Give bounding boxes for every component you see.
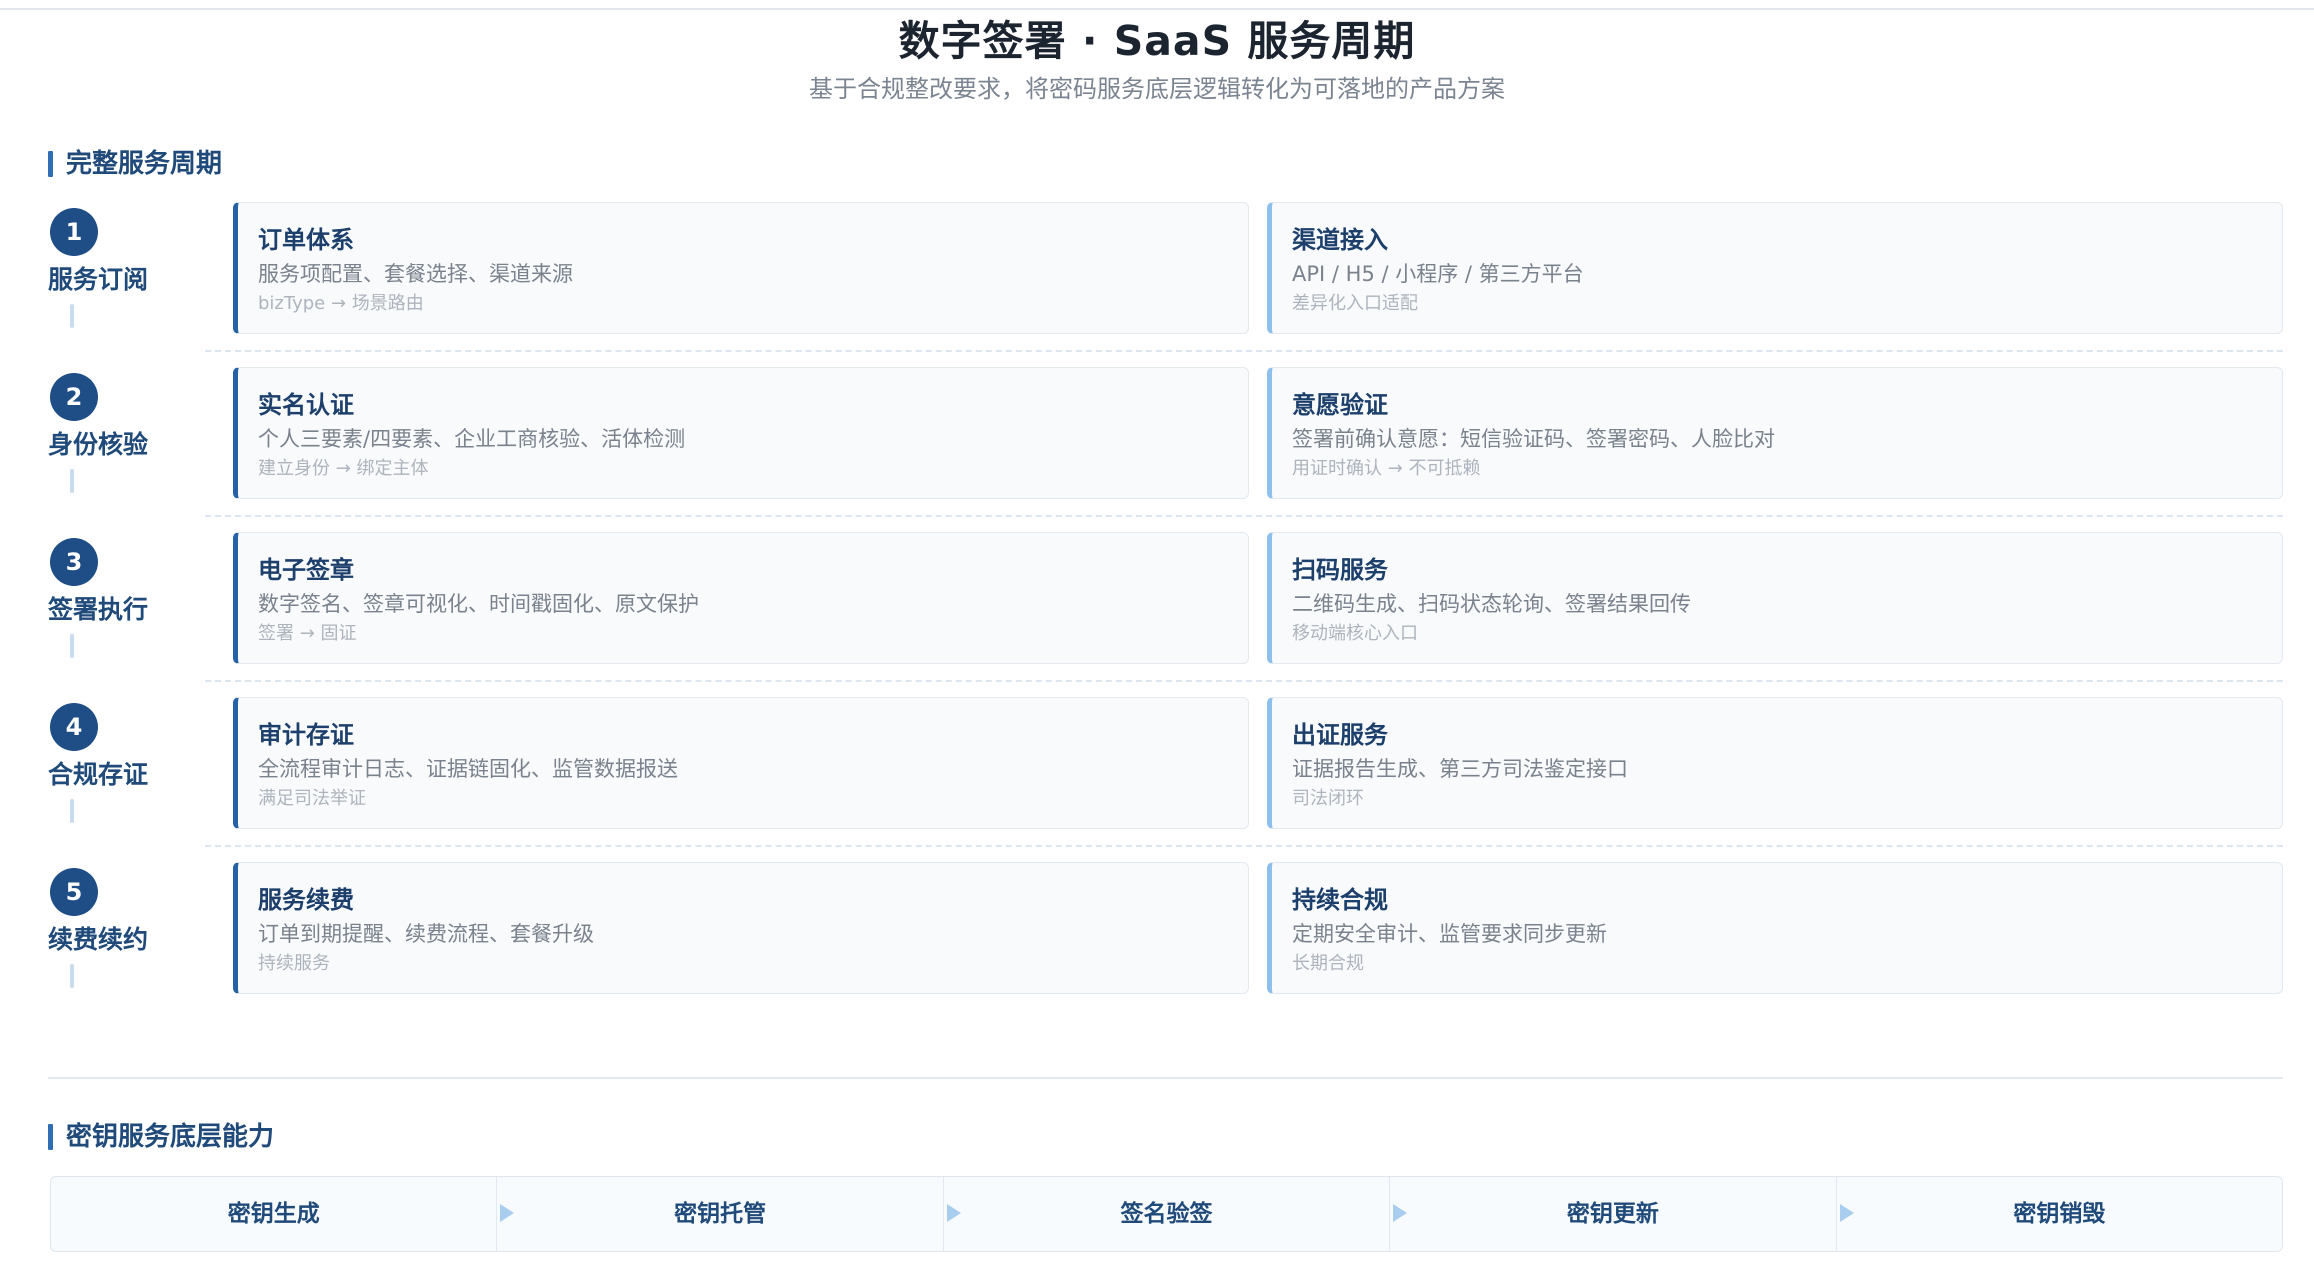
card-title: 出证服务 [1292, 721, 1388, 749]
secondary-service-card: 意愿验证签署前确认意愿：短信验证码、签署密码、人脸比对 用证时确认 → 不可抵赖 [1267, 367, 2283, 499]
card-description: 签署前确认意愿：短信验证码、签署密码、人脸比对 [1292, 427, 1775, 451]
card-title: 实名认证 [258, 391, 354, 419]
card-description: API / H5 / 小程序 / 第三方平台 [1292, 262, 1584, 286]
card-note: 用证时确认 → 不可抵赖 [1292, 458, 1481, 479]
key-service-item: 密钥更新 [1390, 1177, 1854, 1251]
card-note: 建立身份 → 绑定主体 [258, 458, 429, 479]
primary-service-card: 服务续费订单到期提醒、续费流程、套餐升级 持续服务 [233, 862, 1249, 994]
secondary-service-card: 渠道接入 API / H5 / 小程序 / 第三方平台 差异化入口适配 [1267, 202, 2283, 334]
card-title: 服务续费 [258, 886, 354, 914]
arrow-right-icon [500, 1204, 515, 1222]
step-connector [70, 304, 74, 328]
phase-label: 身份核验 [48, 430, 149, 459]
phase-separator [205, 515, 2283, 517]
key-service-label: 签名验签 [1120, 1201, 1213, 1227]
page-subtitle: 基于合规整改要求，将密码服务底层逻辑转化为可落地的产品方案 [809, 75, 1505, 103]
primary-service-card: 审计存证全流程审计日志、证据链固化、监管数据报送 满足司法举证 [233, 697, 1249, 829]
phase-separator [205, 680, 2283, 682]
card-description: 全流程审计日志、证据链固化、监管数据报送 [258, 757, 678, 781]
arrow-right-icon [1839, 1204, 1854, 1222]
phase-step: 2 身份核验 [48, 367, 178, 499]
card-note: bizType → 场景路由 [258, 293, 424, 314]
card-title: 扫码服务 [1292, 556, 1388, 584]
card-note: 持续服务 [258, 953, 330, 974]
card-description: 服务项配置、套餐选择、渠道来源 [258, 262, 573, 286]
key-service-label: 密钥销毁 [2013, 1201, 2106, 1227]
card-title: 持续合规 [1292, 886, 1388, 914]
phase-step: 3 签署执行 [48, 532, 178, 664]
phase-separator [205, 845, 2283, 847]
key-service-label: 密钥更新 [1566, 1201, 1659, 1227]
key-service-item: 密钥托管 [497, 1177, 961, 1251]
page-title: 数字签署 · SaaS 服务周期 [898, 17, 1416, 65]
card-description: 个人三要素/四要素、企业工商核验、活体检测 [258, 427, 686, 451]
phase-label: 续费续约 [48, 925, 149, 954]
card-title: 审计存证 [258, 721, 354, 749]
card-note: 签署 → 固证 [258, 623, 357, 644]
step-connector [70, 634, 74, 658]
card-description: 二维码生成、扫码状态轮询、签署结果回传 [1292, 592, 1691, 616]
key-service-label: 密钥生成 [227, 1201, 320, 1227]
phase-step: 4 合规存证 [48, 697, 178, 829]
primary-service-card: 订单体系服务项配置、套餐选择、渠道来源 bizType → 场景路由 [233, 202, 1249, 334]
secondary-service-card: 扫码服务二维码生成、扫码状态轮询、签署结果回传 移动端核心入口 [1267, 532, 2283, 664]
card-description: 证据报告生成、第三方司法鉴定接口 [1292, 757, 1628, 781]
card-title: 订单体系 [258, 226, 354, 254]
card-note: 移动端核心入口 [1292, 623, 1418, 644]
section-title-key-services: 密钥服务底层能力 [48, 1122, 274, 1152]
key-service-item: 密钥生成 [51, 1177, 515, 1251]
card-description: 订单到期提醒、续费流程、套餐升级 [258, 922, 594, 946]
key-service-item: 签名验签 [944, 1177, 1408, 1251]
key-service-bar: 密钥生成 密钥托管 签名验签 密钥更新 密钥销毁 [50, 1176, 2283, 1252]
phase-row: 1 服务订阅 订单体系服务项配置、套餐选择、渠道来源 bizType → 场景路由 渠道… [0, 202, 2314, 334]
step-number-badge: 2 [50, 373, 98, 421]
card-title: 电子签章 [258, 556, 354, 584]
phase-row: 4 合规存证 审计存证 全流程审计日志、证据链固化、监管数据报送 满足司法举证 出证服务证… [0, 697, 2314, 829]
phase-label: 签署执行 [48, 595, 149, 624]
secondary-service-card: 出证服务证据报告生成、第三方司法鉴定接口 司法闭环 [1267, 697, 2283, 829]
step-connector [70, 469, 74, 493]
section-divider [48, 1077, 2283, 1079]
arrow-right-icon [1393, 1204, 1408, 1222]
card-note: 满足司法举证 [258, 788, 366, 809]
card-title: 渠道接入 [1292, 226, 1388, 254]
card-note: 差异化入口适配 [1292, 293, 1418, 314]
phase-label: 服务订阅 [48, 265, 149, 294]
secondary-service-card: 持续合规定期安全审计、监管要求同步更新 长期合规 [1267, 862, 2283, 994]
phase-row: 2 身份核验 实名认证个人三要素/四要素、企业工商核验、活体检测 建立身份 → 绑定主… [0, 367, 2314, 499]
key-service-label: 密钥托管 [674, 1201, 767, 1227]
step-number-badge: 4 [50, 703, 98, 751]
section-title-lifecycle: 完整服务周期 [48, 149, 222, 179]
card-description: 定期安全审计、监管要求同步更新 [1292, 922, 1607, 946]
phase-step: 1 服务订阅 [48, 202, 178, 334]
step-connector [70, 799, 74, 823]
arrow-right-icon [946, 1204, 961, 1222]
phase-label: 合规存证 [48, 760, 149, 789]
card-note: 司法闭环 [1292, 788, 1364, 809]
card-note: 长期合规 [1292, 953, 1364, 974]
primary-service-card: 电子签章数字签名、签章可视化、时间戳固化、原文保护 签署 → 固证 [233, 532, 1249, 664]
phase-separator [205, 350, 2283, 352]
phase-step: 5 续费续约 [48, 862, 178, 994]
step-number-badge: 3 [50, 538, 98, 586]
top-rule [0, 8, 2314, 10]
card-description: 数字签名、签章可视化、时间戳固化、原文保护 [258, 592, 699, 616]
phase-row: 3 签署执行 电子签章 数字签名、签章可视化、时间戳固化、原文保护 签署 → 固证 扫码服… [0, 532, 2314, 664]
primary-service-card: 实名认证个人三要素/四要素、企业工商核验、活体检测 建立身份 → 绑定主体 [233, 367, 1249, 499]
card-title: 意愿验证 [1292, 391, 1388, 419]
key-service-item: 密钥销毁 [1837, 1177, 2282, 1251]
step-number-badge: 1 [50, 208, 98, 256]
step-number-badge: 5 [50, 868, 98, 916]
phase-row: 5 续费续约 服务续费 订单到期提醒、续费流程、套餐升级 持续服务 持续合规 定期安全审计、… [0, 862, 2314, 994]
step-connector [70, 964, 74, 988]
page-header: 数字签署 · SaaS 服务周期 基于合规整改要求，将密码服务底层逻辑转化为可落… [0, 14, 2314, 106]
